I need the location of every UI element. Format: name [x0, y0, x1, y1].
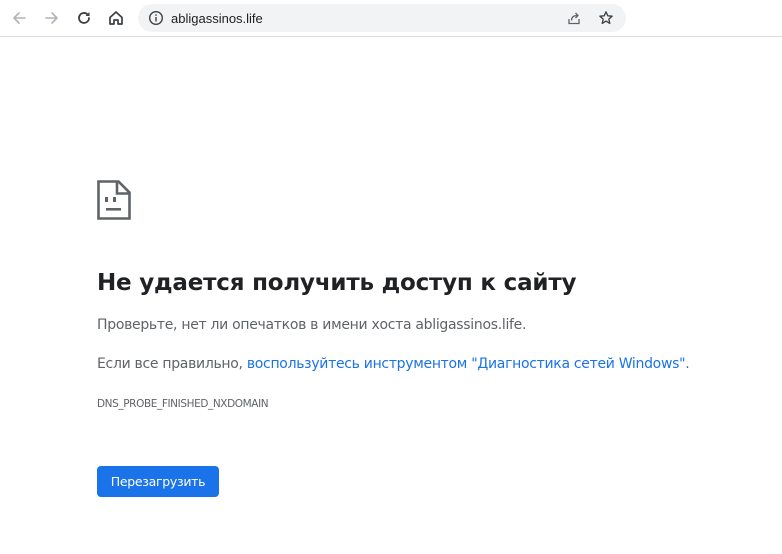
error-code: DNS_PROBE_FINISHED_NXDOMAIN [97, 398, 269, 410]
diagnostics-suggestion: Если все правильно, воспользуйтесь инстр… [97, 356, 690, 372]
url-text[interactable]: abligassinos.life [171, 11, 263, 26]
browser-toolbar: abligassinos.life [0, 0, 782, 37]
home-button[interactable] [104, 6, 128, 30]
share-icon[interactable] [566, 10, 582, 26]
reload-button[interactable]: Перезагрузить [97, 466, 219, 497]
home-icon [109, 11, 123, 25]
arrow-right-icon [45, 12, 58, 24]
forward-button[interactable] [40, 6, 64, 30]
info-icon[interactable] [148, 10, 164, 26]
error-title: Не удается получить доступ к сайту [97, 270, 577, 296]
diagnostics-prefix: Если все правильно, [97, 356, 247, 372]
reload-icon [78, 12, 90, 24]
diagnostics-link[interactable]: воспользуйтесь инструментом "Диагностика… [247, 356, 686, 372]
diagnostics-suffix: . [685, 356, 690, 372]
back-button[interactable] [7, 6, 31, 30]
arrow-left-icon [13, 12, 26, 24]
sad-document-icon [97, 180, 131, 220]
address-bar[interactable]: abligassinos.life [138, 4, 626, 32]
star-icon[interactable] [598, 10, 614, 26]
check-hostname-text: Проверьте, нет ли опечатков в имени хост… [97, 317, 527, 333]
reload-browser-button[interactable] [72, 6, 96, 30]
